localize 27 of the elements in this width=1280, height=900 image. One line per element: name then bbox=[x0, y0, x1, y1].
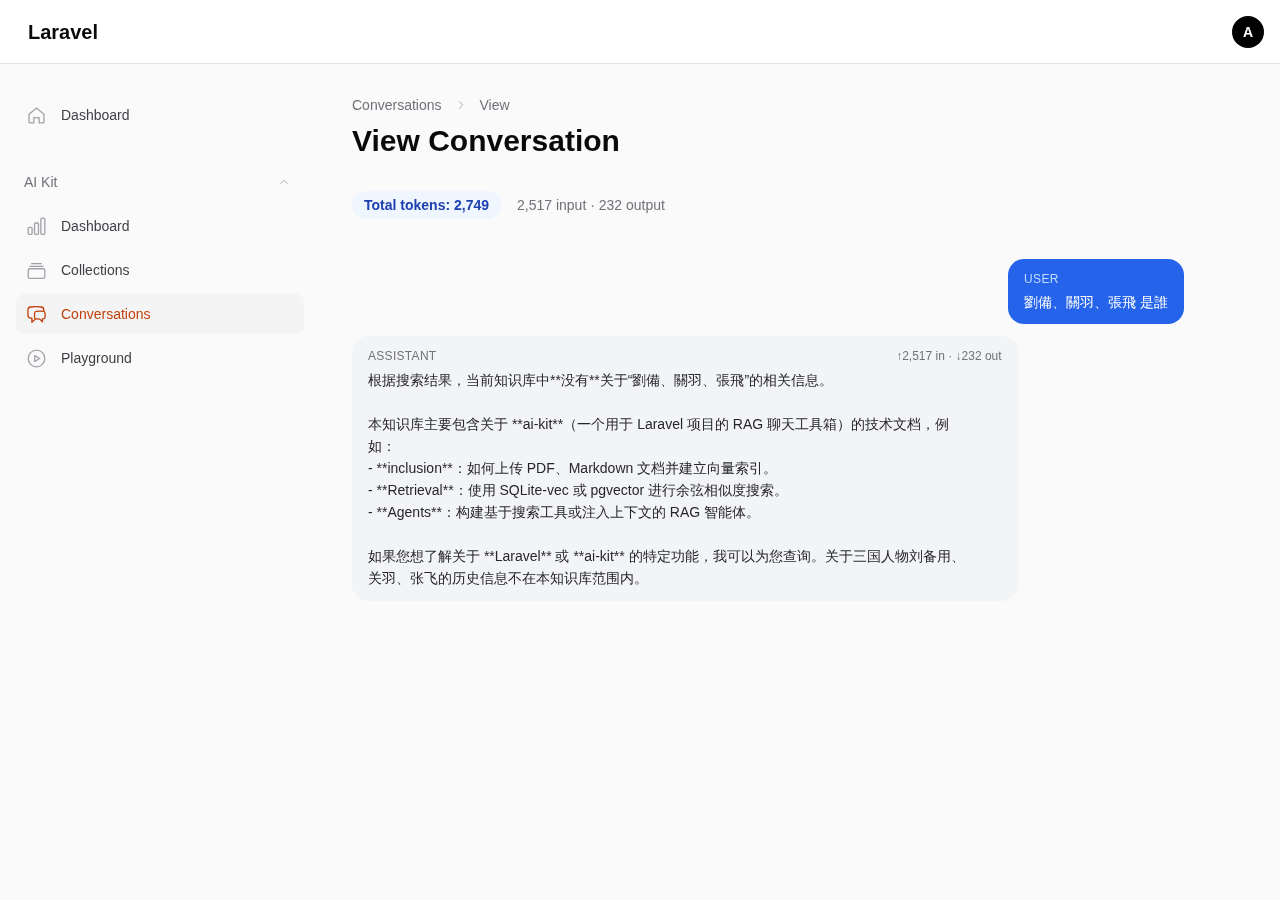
message-text: 如果您想了解关于 **Laravel** 或 **ai-kit** 的特定功能，我可以为您查询。关于三国人物刘备用、关羽、张飞的历史信息不在本知识库范围内。 bbox=[368, 547, 966, 588]
breadcrumb-link[interactable]: Conversations bbox=[352, 95, 442, 115]
token-breakdown: 2,517 input · 232 output bbox=[517, 196, 665, 215]
page-title: View Conversation bbox=[352, 123, 620, 159]
token-usage: ↑2,517 in · ↓232 out bbox=[896, 348, 1002, 364]
message-text: 根据搜索结果，当前知识库中**没有**关于“劉備、關羽、張飛”的相关信息。 bbox=[368, 371, 835, 390]
bar-chart-icon bbox=[26, 215, 47, 237]
sidebar-item[interactable]: Conversations bbox=[16, 294, 304, 334]
message-text: - **inclusion**：如何上传 PDF、Markdown 文档并建立向量索引。 bbox=[368, 459, 779, 478]
token-total-badge: Total tokens: 2,749 bbox=[352, 191, 501, 219]
sidebar-item[interactable]: Playground bbox=[16, 338, 304, 378]
user-avatar[interactable]: A bbox=[1232, 15, 1264, 48]
chat-bubbles-icon bbox=[26, 303, 47, 325]
message-text: 劉備、關羽、張飛 是誰 bbox=[1024, 293, 1168, 312]
breadcrumb-current: View bbox=[479, 96, 510, 115]
message-text: 本知识库主要包含关于 **ai-kit**（一个用于 Laravel 项目的 RAG 聊天工具箱）的技术文档，例如： bbox=[368, 415, 951, 456]
play-circle-icon bbox=[26, 347, 47, 369]
sidebar-item[interactable]: Dashboard bbox=[16, 95, 304, 135]
app-name[interactable]: Laravel bbox=[28, 17, 99, 46]
message-text: - **Agents**：构建基于搜索工具或注入上下文的 RAG 智能体。 bbox=[368, 503, 762, 522]
role-label: ASSISTANT bbox=[368, 348, 437, 364]
sidebar-item[interactable]: Dashboard bbox=[16, 206, 304, 246]
message-text: - **Retrieval**：使用 SQLite-vec 或 pgvector 进行余弦相似度搜索。 bbox=[368, 481, 790, 500]
sidebar-item[interactable]: Collections bbox=[16, 250, 304, 290]
role-label: USER bbox=[1024, 271, 1060, 287]
home-icon bbox=[26, 104, 47, 126]
sidebar-group-header[interactable]: AI Kit bbox=[16, 166, 304, 198]
